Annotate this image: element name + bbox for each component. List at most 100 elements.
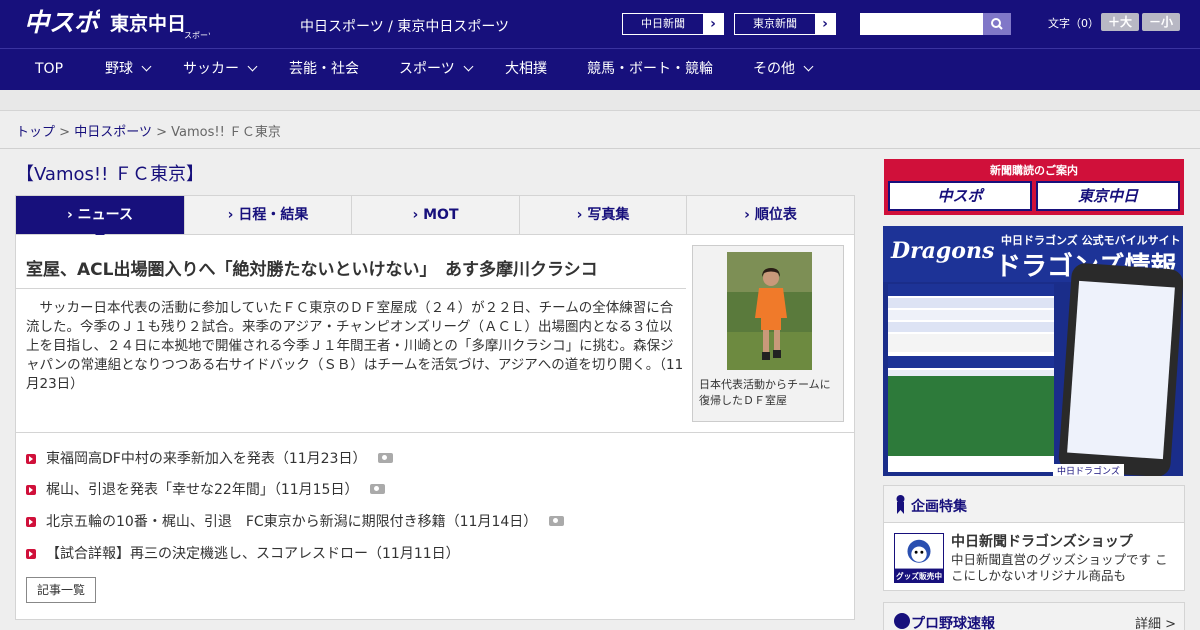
camera-icon <box>378 453 394 463</box>
search-input[interactable] <box>860 13 983 35</box>
news-list-item[interactable]: 梶山、引退を発表「幸せな22年間」（11月15日） <box>26 479 386 499</box>
news-item-text: 東福岡高DF中村の来季新加入を発表（11月23日） <box>46 451 367 467</box>
subscribe-chuspo-button[interactable]: 中スポ <box>888 181 1032 211</box>
baseball-detail-link[interactable]: 詳細 > <box>1135 613 1176 630</box>
tab-chevron-icon: › <box>227 207 239 223</box>
divider <box>0 148 1200 149</box>
tab-news[interactable]: › ニュース <box>16 196 184 234</box>
divider <box>16 432 854 433</box>
bullet-arrow-icon <box>26 485 36 495</box>
baseball-scores-header: プロ野球速報 詳細 > <box>884 603 1184 630</box>
article-photo[interactable] <box>727 252 812 370</box>
chevron-down-icon <box>463 61 474 72</box>
phone-screen <box>1067 280 1175 460</box>
shop-name[interactable]: 中日新聞ドラゴンズショップ <box>951 531 1133 551</box>
nav-label: スポーツ <box>399 61 455 77</box>
chevron-right-icon: › <box>815 14 835 34</box>
news-list-item[interactable]: 北京五輪の10番・梶山、引退 FC東京から新潟に期限付き移籍（11月14日） <box>26 511 565 531</box>
photo-caption: 日本代表活動からチームに復帰したＤＦ室屋 <box>699 378 831 407</box>
tab-mot[interactable]: › MOT <box>351 196 519 234</box>
tab-photos[interactable]: › 写真集 <box>519 196 686 234</box>
section-tabs: › ニュース › 日程・結果 › MOT › 写真集 › 順位表 <box>15 195 855 235</box>
dragons-logo: Dragons <box>891 238 995 264</box>
chevron-down-icon <box>141 61 152 72</box>
tokyo-shimbun-link[interactable]: 東京新聞 › <box>734 13 836 35</box>
tab-label: ニュース <box>77 207 133 223</box>
smartphone-graphic <box>1057 262 1183 476</box>
shop-mascot-image[interactable]: グッズ販売中 <box>894 533 944 583</box>
special-features-title: 企画特集 <box>911 499 967 515</box>
nav-item-soccer[interactable]: サッカー <box>183 49 258 91</box>
page-title: 【Vamos!! ＦＣ東京】 <box>16 164 205 185</box>
article-list-button[interactable]: 記事一覧 <box>26 577 96 603</box>
tab-label: MOT <box>423 207 459 223</box>
search-button[interactable] <box>983 13 1011 35</box>
shop-description: 中日新聞直営のグッズショップです ここにしかないオリジナル商品も <box>951 552 1168 583</box>
chevron-down-icon <box>247 61 258 72</box>
tab-schedule[interactable]: › 日程・結果 <box>184 196 351 234</box>
ad-footer-brand: 中日ドラゴンズ <box>1053 464 1124 476</box>
tokyo-chunichi-sports-logo[interactable]: 東京中日 スポーツ <box>110 8 210 40</box>
top-header: 中スポ 東京中日 スポーツ 中日スポーツ / 東京中日スポーツ 中日新聞 › 東… <box>0 0 1200 48</box>
tab-label: 日程・結果 <box>238 207 309 223</box>
chuspo-logo[interactable]: 中スポ <box>24 6 100 38</box>
nav-item-entertainment[interactable]: 芸能・社会 <box>289 49 359 91</box>
article-headline[interactable]: 室屋、ACL出場圏入りへ「絶対勝たないといけない」 あす多摩川クラシコ <box>26 255 686 280</box>
nav-item-sports[interactable]: スポーツ <box>399 49 474 91</box>
divider <box>16 288 686 289</box>
baseball-scores-title: プロ野球速報 <box>911 616 995 630</box>
nav-label: 競馬・ボート・競輪 <box>587 61 713 77</box>
breadcrumb-separator: > <box>156 125 167 140</box>
baseball-scores-box: プロ野球速報 詳細 > <box>883 602 1185 630</box>
font-smaller-button[interactable]: －小 <box>1142 13 1180 31</box>
tab-label: 写真集 <box>587 207 630 223</box>
breadcrumb-section[interactable]: 中日スポーツ <box>74 125 152 140</box>
dragons-mobile-ad[interactable]: Dragons 中日ドラゴンズ 公式モバイルサイト ドラゴンズ情報 中日ドラゴン… <box>883 226 1183 476</box>
chunichi-shimbun-label: 中日新聞 <box>641 17 685 30</box>
breadcrumb-current: Vamos!! ＦＣ東京 <box>171 125 281 140</box>
svg-text:スポーツ: スポーツ <box>184 31 210 40</box>
nav-item-sumo[interactable]: 大相撲 <box>505 49 547 91</box>
tab-chevron-icon: › <box>67 207 78 223</box>
chunichi-shimbun-link[interactable]: 中日新聞 › <box>622 13 724 35</box>
news-list-item[interactable]: 【試合詳報】再三の決定機逃し、スコアレスドロー（11月11日） <box>26 543 460 563</box>
tab-chevron-icon: › <box>412 207 424 223</box>
subscription-title: 新聞購読のご案内 <box>990 164 1078 177</box>
subscription-banner[interactable]: 新聞購読のご案内 中スポ 東京中日 <box>884 159 1184 215</box>
camera-icon <box>370 484 386 494</box>
nav-label: 野球 <box>105 61 133 77</box>
baseball-field-graphic <box>888 376 1054 456</box>
font-size-label: 文字（0） <box>1048 17 1099 30</box>
tab-chevron-icon: › <box>576 207 588 223</box>
article-lead: サッカー日本代表の活動に参加していたＦＣ東京のＤＦ室屋成（２４）が２２日、チーム… <box>26 300 684 392</box>
article-photo-box[interactable]: 日本代表活動からチームに復帰したＤＦ室屋 <box>692 245 844 422</box>
chevron-right-icon: › <box>703 14 723 34</box>
nav-item-other[interactable]: その他 <box>753 49 814 91</box>
chevron-down-icon <box>803 61 814 72</box>
bullet-arrow-icon <box>26 549 36 559</box>
subscribe-tokyo-button[interactable]: 東京中日 <box>1036 181 1180 211</box>
special-features-header: 企画特集 <box>884 486 1184 523</box>
nav-label: 芸能・社会 <box>289 61 359 77</box>
site-name: 中日スポーツ / 東京中日スポーツ <box>300 19 510 35</box>
breadcrumb-home[interactable]: トップ <box>16 125 55 140</box>
nav-item-baseball[interactable]: 野球 <box>105 49 152 91</box>
font-larger-button[interactable]: ＋大 <box>1101 13 1139 31</box>
bullet-arrow-icon <box>26 517 36 527</box>
ribbon-icon <box>896 495 905 514</box>
camera-icon <box>549 516 565 526</box>
nav-label: 大相撲 <box>505 61 547 77</box>
special-features-box: 企画特集 グッズ販売中 中日新聞ドラゴンズショップ 中日新聞直営のグッズショップ… <box>883 485 1185 591</box>
news-list-item[interactable]: 東福岡高DF中村の来季新加入を発表（11月23日） <box>26 448 394 468</box>
breadcrumb-separator: > <box>59 125 71 140</box>
search-icon <box>991 18 1003 30</box>
svg-text:東京中日: 東京中日 <box>110 12 186 35</box>
news-panel: 室屋、ACL出場圏入りへ「絶対勝たないといけない」 あす多摩川クラシコ サッカー… <box>15 235 855 620</box>
svg-text:中スポ: 中スポ <box>24 8 100 37</box>
tab-standings[interactable]: › 順位表 <box>686 196 854 234</box>
nav-item-racing[interactable]: 競馬・ボート・競輪 <box>587 49 713 91</box>
main-nav: TOP 野球 サッカー 芸能・社会 スポーツ 大相撲 競馬・ボート・競輪 その他 <box>0 48 1200 90</box>
nav-item-top[interactable]: TOP <box>35 49 63 91</box>
nav-label: サッカー <box>183 61 239 77</box>
tab-chevron-icon: › <box>744 207 755 223</box>
